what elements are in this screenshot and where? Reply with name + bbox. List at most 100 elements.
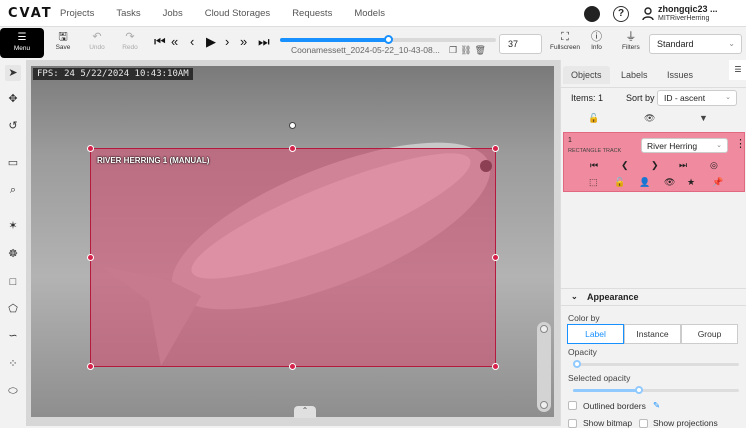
- resize-handle[interactable]: [492, 254, 499, 261]
- pin-icon[interactable]: 📌: [712, 177, 723, 188]
- nav-jobs[interactable]: Jobs: [163, 8, 183, 19]
- magic-wand-icon[interactable]: ✶: [5, 218, 21, 234]
- nav-requests[interactable]: Requests: [292, 8, 332, 19]
- color-by-instance-option[interactable]: Instance: [624, 324, 681, 344]
- undo-icon: ↶: [92, 31, 102, 43]
- outside-icon[interactable]: ⬚: [589, 177, 598, 188]
- polyline-icon[interactable]: ∽: [5, 328, 21, 344]
- cvat-logo[interactable]: CVAT: [8, 6, 60, 21]
- expand-all-icon[interactable]: ▼: [699, 113, 708, 123]
- info-button[interactable]: ⓘ Info: [591, 31, 602, 52]
- outlined-borders-label: Outlined borders: [583, 401, 646, 411]
- color-picker-icon[interactable]: ✎: [653, 400, 660, 411]
- last-frame-icon[interactable]: ⏭: [258, 33, 270, 51]
- back-step-icon[interactable]: «: [171, 33, 178, 51]
- undo-button[interactable]: ↶ Undo: [82, 31, 112, 52]
- resize-handle[interactable]: [87, 254, 94, 261]
- star-icon[interactable]: ★: [687, 177, 695, 188]
- object-label-select[interactable]: River Herring ⌄: [641, 138, 728, 153]
- help-icon[interactable]: ?: [613, 5, 629, 22]
- keyframe-icon[interactable]: ◎: [710, 160, 718, 171]
- color-by-label-option[interactable]: Label: [567, 324, 624, 344]
- fullscreen-button[interactable]: ⛶ Fullscreen: [550, 31, 580, 52]
- outlined-borders-checkbox[interactable]: [568, 401, 577, 410]
- next-keyframe-icon[interactable]: ❯: [651, 160, 659, 171]
- appearance-header[interactable]: ⌄ Appearance: [561, 288, 746, 306]
- file-actions: ❐⛓🗑: [449, 45, 489, 56]
- ellipse-icon[interactable]: ⬭: [5, 383, 21, 399]
- selected-opacity-slider[interactable]: [573, 386, 739, 394]
- resize-handle[interactable]: [289, 145, 296, 152]
- zoom-slider[interactable]: [537, 322, 551, 412]
- cursor-icon[interactable]: ➤: [5, 65, 21, 81]
- zoom-reset[interactable]: [540, 401, 548, 409]
- hamburger-icon: ☰: [17, 32, 27, 43]
- show-all-icon[interactable]: 👁: [644, 113, 655, 124]
- bbox-label: RIVER HERRING 1 (MANUAL): [97, 156, 210, 165]
- frame-slider[interactable]: [280, 35, 496, 44]
- bounding-box[interactable]: RIVER HERRING 1 (MANUAL): [90, 148, 496, 367]
- resize-handle[interactable]: [87, 363, 94, 370]
- copy-icon[interactable]: ❐: [449, 45, 460, 55]
- play-icon[interactable]: ▶: [206, 33, 216, 51]
- annotation-canvas[interactable]: FPS: 24 5/22/2024 10:43:10AM RIVER HERRI…: [26, 60, 560, 426]
- items-count: Items: 1: [571, 93, 604, 103]
- link-icon[interactable]: ⛓: [460, 45, 474, 55]
- resize-handle[interactable]: [492, 363, 499, 370]
- resize-handle[interactable]: [492, 145, 499, 152]
- ai-tools-icon[interactable]: ☸: [5, 246, 21, 262]
- github-icon[interactable]: [584, 5, 600, 22]
- prev-keyframe-icon[interactable]: ❮: [621, 160, 629, 171]
- redo-button[interactable]: ↷ Redo: [115, 31, 145, 52]
- rectangle-icon[interactable]: □: [5, 274, 21, 290]
- frame-number-input[interactable]: 37: [499, 34, 542, 54]
- user-menu[interactable]: zhongqic23 ... MITRiverHerring: [642, 4, 746, 24]
- prev-frame-icon[interactable]: ‹: [190, 33, 194, 51]
- opacity-handle[interactable]: [573, 360, 581, 368]
- move-icon[interactable]: ✥: [5, 91, 21, 107]
- nav-cloud-storages[interactable]: Cloud Storages: [205, 8, 270, 19]
- sidebar-tabs: Objects Labels Issues ☰: [561, 60, 746, 88]
- color-by-group-option[interactable]: Group: [681, 324, 738, 344]
- lock-icon[interactable]: 🔓: [614, 177, 625, 188]
- resize-handle[interactable]: [289, 363, 296, 370]
- frame-slider-handle[interactable]: [384, 35, 393, 44]
- nav-projects[interactable]: Projects: [60, 8, 94, 19]
- next-frame-icon[interactable]: ›: [225, 33, 229, 51]
- visibility-icon[interactable]: 👁: [664, 177, 675, 188]
- more-options-icon[interactable]: ⋮: [735, 137, 746, 150]
- object-item[interactable]: 1 RECTANGLE TRACK River Herring ⌄ ⋮ ⏮ ❮ …: [563, 132, 746, 192]
- save-button[interactable]: 🖫 Save: [48, 31, 78, 52]
- lock-all-icon[interactable]: 🔓: [588, 113, 599, 124]
- show-projections-checkbox[interactable]: [639, 419, 648, 428]
- rotation-handle[interactable]: [289, 122, 296, 129]
- chevron-up-icon[interactable]: ⌃: [294, 406, 316, 418]
- polygon-icon[interactable]: ⬠: [5, 301, 21, 317]
- filters-button[interactable]: ⏚ Filters: [622, 31, 640, 52]
- tab-objects[interactable]: Objects: [563, 66, 610, 84]
- rotate-icon[interactable]: ↺: [5, 118, 21, 134]
- last-keyframe-icon[interactable]: ⏭: [679, 160, 687, 171]
- collapse-sidebar-icon[interactable]: ☰: [729, 60, 746, 80]
- zoom-handle[interactable]: [540, 325, 548, 333]
- selected-opacity-handle[interactable]: [635, 386, 643, 394]
- menu-button[interactable]: ☰ Menu: [0, 28, 44, 58]
- tab-issues[interactable]: Issues: [659, 66, 701, 84]
- delete-frame-icon[interactable]: 🗑: [475, 45, 489, 55]
- resize-handle[interactable]: [87, 145, 94, 152]
- tab-labels[interactable]: Labels: [613, 66, 656, 84]
- forward-step-icon[interactable]: »: [240, 33, 247, 51]
- nav-models[interactable]: Models: [354, 8, 385, 19]
- points-icon[interactable]: ⁘: [5, 356, 21, 372]
- occluded-icon[interactable]: 👤: [639, 177, 650, 188]
- show-bitmap-checkbox[interactable]: [568, 419, 577, 428]
- sort-select[interactable]: ID - ascent ⌄: [657, 90, 737, 106]
- workspace-select[interactable]: Standard ⌄: [649, 34, 742, 54]
- zoom-region-icon[interactable]: ⌕: [5, 182, 21, 198]
- redo-icon: ↷: [125, 31, 135, 43]
- fit-image-icon[interactable]: ▭: [5, 155, 21, 171]
- first-keyframe-icon[interactable]: ⏮: [590, 160, 598, 171]
- first-frame-icon[interactable]: ⏮: [154, 33, 166, 51]
- opacity-slider[interactable]: [573, 360, 739, 368]
- nav-tasks[interactable]: Tasks: [116, 8, 140, 19]
